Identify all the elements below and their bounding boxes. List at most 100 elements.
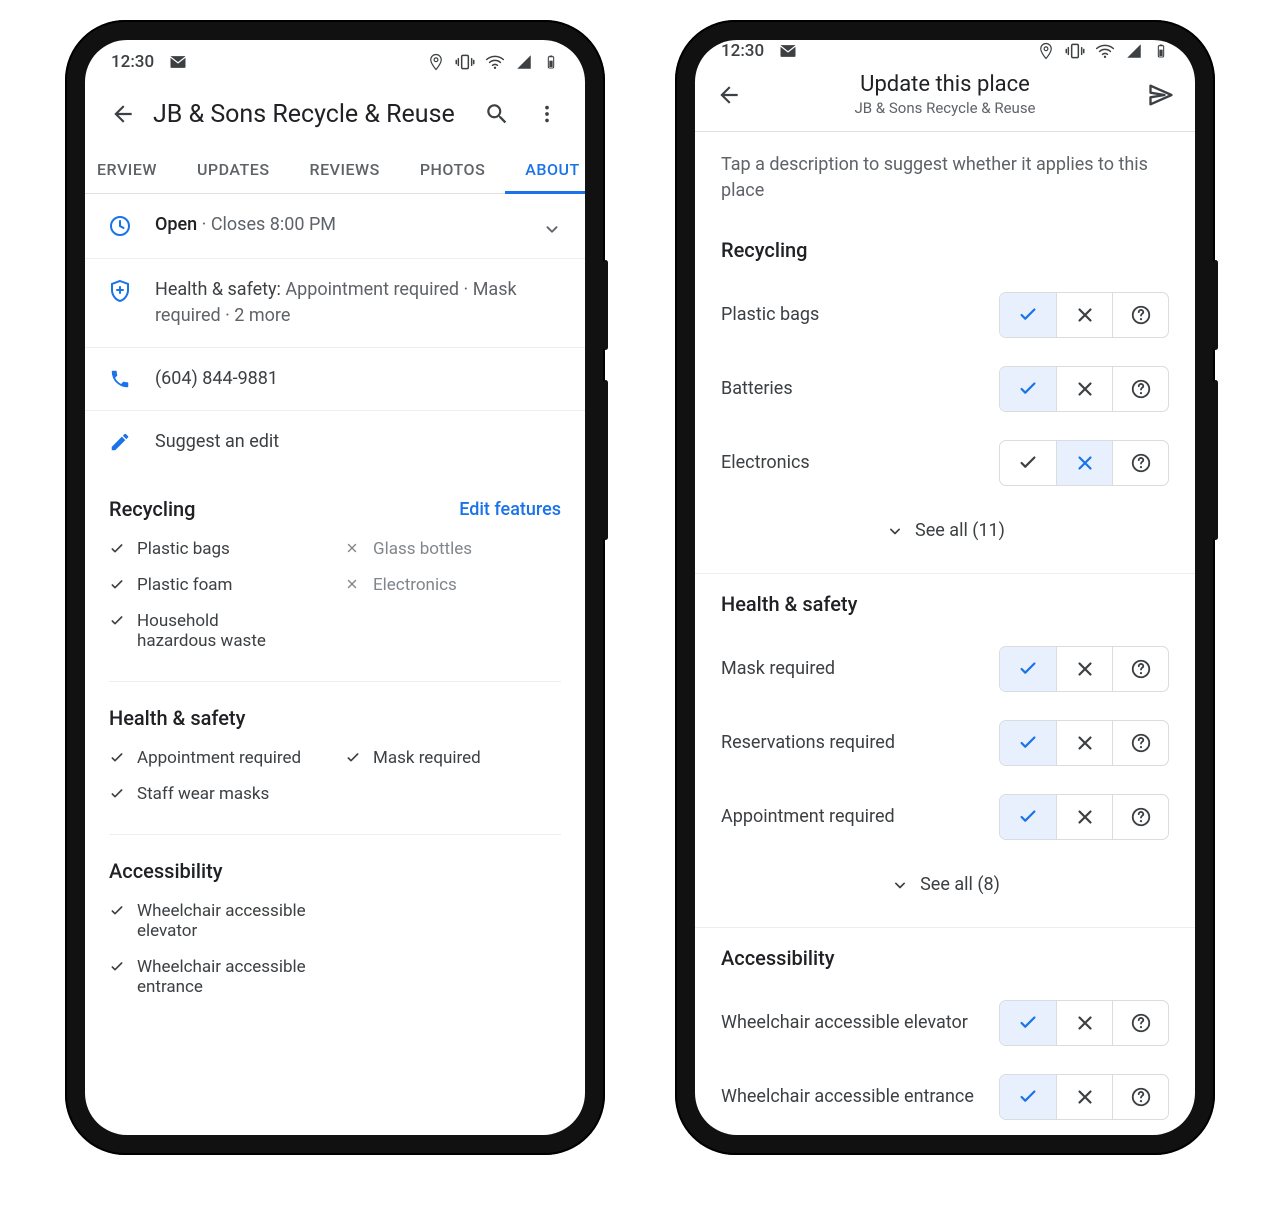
update-header: Update this place JB & Sons Recycle & Re… <box>695 62 1195 132</box>
toggle-row: Appointment required <box>721 780 1169 854</box>
phone-icon <box>107 368 133 390</box>
more-button[interactable] <box>527 94 567 134</box>
suggest-edit-row[interactable]: Suggest an edit <box>85 411 585 473</box>
feature-label: Electronics <box>373 575 457 595</box>
toggle-yes[interactable] <box>1000 1075 1056 1119</box>
toggle-row: Reservations required <box>721 706 1169 780</box>
update-title: Update this place <box>755 72 1135 97</box>
toggle-label: Appointment required <box>721 805 999 829</box>
phone-row[interactable]: (604) 844-9881 <box>85 348 585 411</box>
check-icon <box>109 613 127 629</box>
toggle-help[interactable] <box>1112 1075 1168 1119</box>
statusbar: 12:30 <box>85 40 585 84</box>
toggle-help[interactable] <box>1112 721 1168 765</box>
clock-icon <box>107 214 133 238</box>
toggle-help[interactable] <box>1112 441 1168 485</box>
toggle-no[interactable] <box>1056 1075 1112 1119</box>
toggle-help[interactable] <box>1112 293 1168 337</box>
toggle-no[interactable] <box>1056 1001 1112 1045</box>
mail-icon <box>168 52 188 72</box>
hours-row[interactable]: Open · Closes 8:00 PM <box>85 194 585 259</box>
feature-label: Wheelchair accessible entrance <box>137 957 357 997</box>
health-title: Health & safety <box>109 706 245 730</box>
feature-item: Plastic foam <box>109 575 325 595</box>
status-right <box>1037 40 1169 62</box>
feature-label: Appointment required <box>137 748 301 768</box>
tab-updates[interactable]: UPDATES <box>177 146 290 193</box>
toggle-row: Electronics <box>721 426 1169 500</box>
suggest-edit-label: Suggest an edit <box>155 429 563 455</box>
section-title: Accessibility <box>721 946 1169 970</box>
toggle-yes[interactable] <box>1000 721 1056 765</box>
toggle-yes[interactable] <box>1000 293 1056 337</box>
toggle-yes[interactable] <box>1000 1001 1056 1045</box>
edit-features-link[interactable]: Edit features <box>459 499 561 520</box>
chevron-down-icon <box>890 875 910 895</box>
hours-status: Open <box>155 214 197 235</box>
phone-number: (604) 844-9881 <box>155 366 563 392</box>
feature-item: Wheelchair accessible entrance <box>109 957 561 997</box>
update-section: Health & safetyMask requiredReservations… <box>695 574 1195 927</box>
feature-item: Glass bottles <box>345 539 561 559</box>
wifi-icon <box>485 52 505 72</box>
check-icon <box>109 959 127 975</box>
tab-reviews[interactable]: REVIEWS <box>290 146 400 193</box>
phone-left: 12:30 JB & Sons Recycle & Reuse ERVIEW U… <box>65 20 605 1155</box>
health-label: Health & safety: <box>155 279 281 300</box>
toggle-help[interactable] <box>1112 647 1168 691</box>
signal-icon <box>1125 42 1143 60</box>
battery-icon <box>543 51 559 73</box>
health-safety-section: Health & safety Appointment required Sta… <box>85 682 585 812</box>
toggle-no[interactable] <box>1056 293 1112 337</box>
see-all-label: See all (11) <box>915 520 1005 541</box>
toggle-help[interactable] <box>1112 367 1168 411</box>
location-icon <box>427 53 445 71</box>
tab-overview[interactable]: ERVIEW <box>91 146 177 193</box>
tri-toggle <box>999 292 1169 338</box>
x-icon <box>345 577 363 591</box>
toggle-yes[interactable] <box>1000 647 1056 691</box>
feature-label: Mask required <box>373 748 481 768</box>
search-button[interactable] <box>477 94 517 134</box>
toggle-yes[interactable] <box>1000 795 1056 839</box>
page-title: JB & Sons Recycle & Reuse <box>153 100 467 129</box>
accessibility-title: Accessibility <box>109 859 223 883</box>
toggle-no[interactable] <box>1056 795 1112 839</box>
tri-toggle <box>999 440 1169 486</box>
content: Open · Closes 8:00 PM Health & safety: A… <box>85 194 585 1135</box>
toggle-help[interactable] <box>1112 795 1168 839</box>
toggle-row: Wheelchair accessible elevator <box>721 986 1169 1060</box>
status-time: 12:30 <box>111 52 154 72</box>
feature-item: Mask required <box>345 748 561 768</box>
edit-icon <box>107 431 133 453</box>
toggle-no[interactable] <box>1056 367 1112 411</box>
feature-item: Wheelchair accessible elevator <box>109 901 561 941</box>
tab-about[interactable]: ABOUT <box>505 146 585 194</box>
back-button[interactable] <box>709 75 749 115</box>
toggle-no[interactable] <box>1056 647 1112 691</box>
check-icon <box>109 903 127 919</box>
send-button[interactable] <box>1141 75 1181 115</box>
toggle-help[interactable] <box>1112 1001 1168 1045</box>
vibrate-icon <box>455 52 475 72</box>
health-row[interactable]: Health & safety: Appointment required · … <box>85 259 585 348</box>
feature-item: Appointment required <box>109 748 325 768</box>
signal-icon <box>515 53 533 71</box>
see-all-button[interactable]: See all (8) <box>721 854 1169 921</box>
toggle-label: Wheelchair accessible elevator <box>721 1011 999 1035</box>
toggle-no[interactable] <box>1056 721 1112 765</box>
feature-item: Electronics <box>345 575 561 595</box>
tab-photos[interactable]: PHOTOS <box>400 146 505 193</box>
see-all-button[interactable]: See all (11) <box>721 500 1169 567</box>
recycling-title: Recycling <box>109 497 196 521</box>
toggle-no[interactable] <box>1056 441 1112 485</box>
toggle-label: Batteries <box>721 377 999 401</box>
hint-text: Tap a description to suggest whether it … <box>695 132 1195 220</box>
tri-toggle <box>999 720 1169 766</box>
wifi-icon <box>1095 41 1115 61</box>
chevron-down-icon <box>541 218 563 240</box>
location-icon <box>1037 42 1055 60</box>
toggle-yes[interactable] <box>1000 367 1056 411</box>
toggle-yes[interactable] <box>1000 441 1056 485</box>
back-button[interactable] <box>103 94 143 134</box>
